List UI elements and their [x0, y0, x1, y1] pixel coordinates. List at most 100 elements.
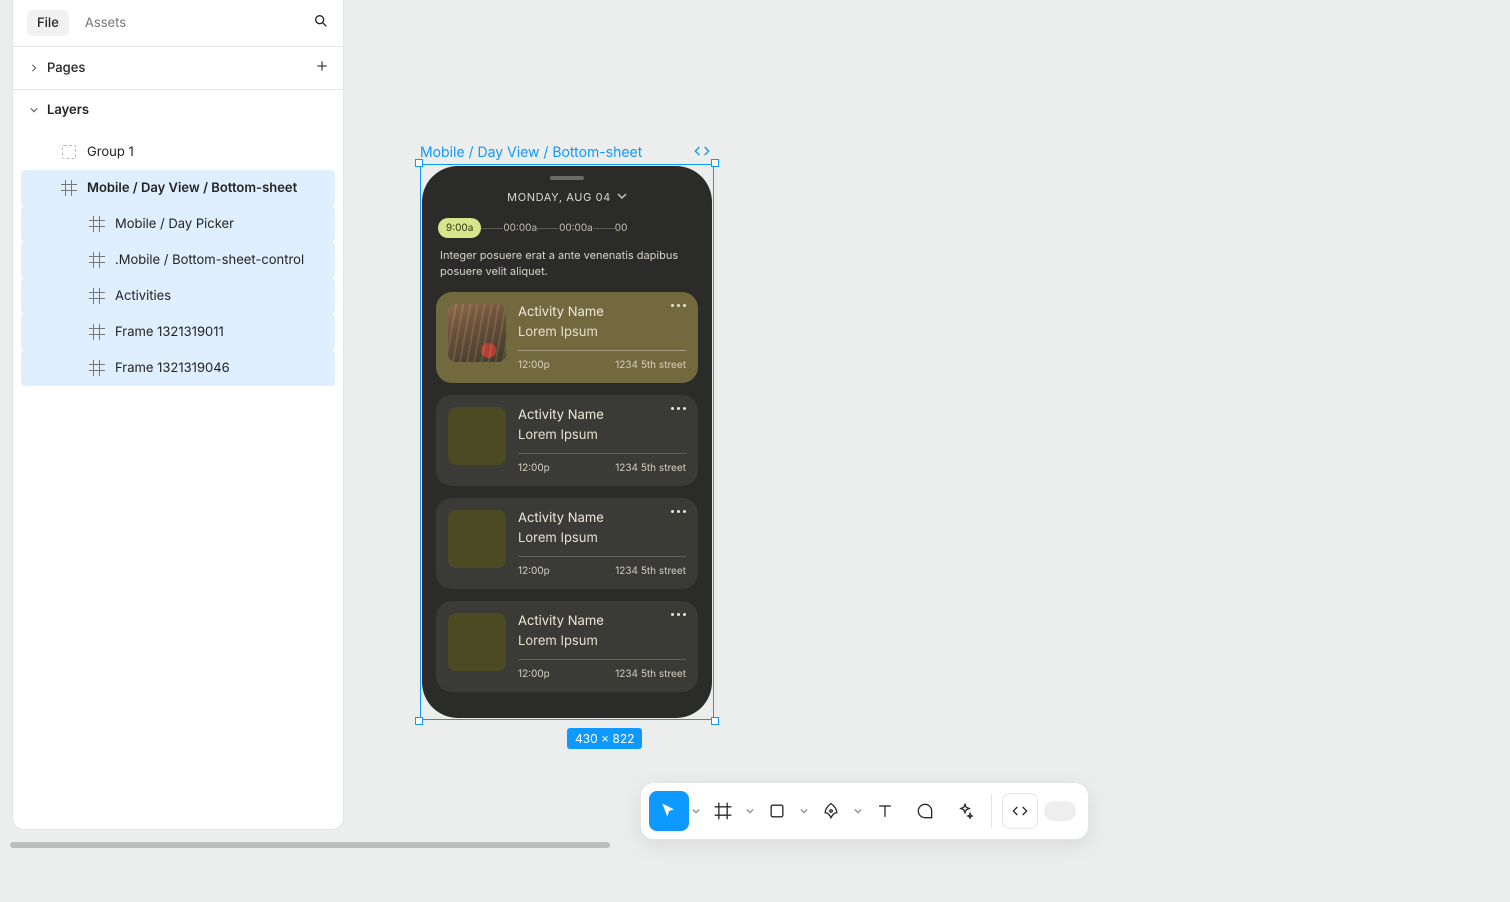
activity-thumbnail: [448, 304, 506, 362]
scrollbar-thumb[interactable]: [10, 842, 610, 848]
layer-item[interactable]: Mobile / Day Picker: [21, 206, 335, 242]
text-tool[interactable]: [865, 791, 905, 831]
dev-mode-toggle[interactable]: [1044, 801, 1076, 821]
date-picker: MONDAY, AUG 04: [422, 190, 712, 204]
left-panel: File Assets Pages Layers Group 1 Mobile /…: [12, 0, 344, 830]
activity-time: 12:00p: [518, 565, 550, 577]
frame-mobile-day-view: MONDAY, AUG 04 9:00a 00:00a 00:00a 00 In…: [422, 166, 712, 718]
layer-item[interactable]: .Mobile / Bottom-sheet-control: [21, 242, 335, 278]
tab-assets[interactable]: Assets: [75, 10, 136, 36]
layer-label: Activities: [115, 288, 171, 304]
frame-tool-caret[interactable]: [743, 807, 757, 815]
activity-card: Activity NameLorem Ipsum12:00p1234 5th s…: [436, 292, 698, 383]
tab-file[interactable]: File: [27, 10, 69, 36]
divider: [518, 453, 686, 454]
activity-title: Activity Name: [518, 304, 686, 320]
body-text: Integer posuere erat a ante venenatis da…: [422, 248, 712, 280]
layer-label: Mobile / Day View / Bottom-sheet: [87, 180, 297, 196]
chevron-down-icon: [617, 190, 627, 204]
horizontal-scrollbar[interactable]: [0, 840, 1510, 850]
layer-item[interactable]: Group 1: [21, 134, 335, 170]
frame-label-text: Mobile / Day View / Bottom-sheet: [420, 144, 694, 161]
group-icon: [61, 144, 77, 160]
time-track: 9:00a 00:00a 00:00a 00: [422, 218, 712, 238]
activity-address: 1234 5th street: [615, 462, 686, 474]
layer-label: Frame 1321319046: [115, 360, 230, 376]
time-pill-active: 9:00a: [438, 218, 481, 238]
layer-item[interactable]: Frame 1321319011: [21, 314, 335, 350]
activity-card: Activity Name Lorem Ipsum 12:00p 1234 5th s…: [436, 395, 698, 486]
search-icon[interactable]: [313, 13, 329, 33]
canvas[interactable]: Mobile / Day View / Bottom-sheet MONDAY,…: [344, 0, 1510, 902]
code-icon[interactable]: [694, 144, 710, 161]
comment-tool[interactable]: [905, 791, 945, 831]
pages-label: Pages: [47, 60, 85, 76]
add-page-icon[interactable]: [315, 59, 329, 77]
activity-subtitle: Lorem Ipsum: [518, 530, 686, 546]
frame-icon: [89, 324, 105, 340]
activity-title: Activity Name: [518, 407, 686, 423]
dev-mode-button[interactable]: [1002, 793, 1038, 829]
pen-tool-caret[interactable]: [851, 807, 865, 815]
dimensions-badge: 430 × 822: [567, 728, 642, 749]
selection[interactable]: MONDAY, AUG 04 9:00a 00:00a 00:00a 00 In…: [420, 164, 714, 720]
activity-address: 1234 5th street: [615, 668, 686, 680]
more-icon: [671, 613, 686, 616]
time-slot: 00:00a: [503, 222, 537, 234]
pen-tool[interactable]: [811, 791, 851, 831]
activity-thumbnail: [448, 510, 506, 568]
floating-toolbar: [640, 782, 1089, 840]
activity-title: Activity Name: [518, 613, 686, 629]
date-label: MONDAY, AUG 04: [507, 190, 611, 204]
toolbar-separator: [991, 794, 992, 828]
pages-section-header[interactable]: Pages: [13, 47, 343, 90]
shape-tool[interactable]: [757, 791, 797, 831]
resize-handle-br[interactable]: [711, 717, 719, 725]
frame-icon: [89, 252, 105, 268]
panel-tabs: File Assets: [13, 0, 343, 47]
time-slot: 00: [615, 222, 628, 234]
resize-handle-bl[interactable]: [415, 717, 423, 725]
activity-thumbnail: [448, 407, 506, 465]
frame-icon: [89, 288, 105, 304]
activity-list: Activity Name Lorem Ipsum 12:00p 1234 5th s…: [422, 292, 712, 692]
layer-item[interactable]: Activities: [21, 278, 335, 314]
frame-icon: [89, 216, 105, 232]
layers-section-header[interactable]: Layers: [13, 90, 343, 130]
activity-subtitle: Lorem Ipsum: [518, 427, 686, 443]
layer-label: Mobile / Day Picker: [115, 216, 234, 232]
activity-title: Activity Name: [518, 510, 686, 526]
move-tool[interactable]: [649, 791, 689, 831]
frame-icon: [89, 360, 105, 376]
activity-time: 12:00p: [518, 668, 550, 680]
bottom-sheet-handle: [550, 176, 584, 180]
activity-card: Activity Name Lorem Ipsum 12:00p 1234 5th s…: [436, 601, 698, 692]
layer-label: Frame 1321319011: [115, 324, 224, 340]
layer-label: .Mobile / Bottom-sheet-control: [115, 252, 304, 268]
activity-time: 12:00p: [518, 359, 550, 371]
chevron-down-icon: [27, 106, 41, 114]
move-tool-caret[interactable]: [689, 807, 703, 815]
layer-label: Group 1: [87, 144, 134, 160]
activity-subtitle: Lorem Ipsum: [518, 633, 686, 649]
divider: [518, 556, 686, 557]
resize-handle-tl[interactable]: [415, 159, 423, 167]
frame-icon: [61, 180, 77, 196]
divider: [518, 350, 686, 351]
activity-subtitle: Lorem Ipsum: [518, 324, 686, 340]
more-icon: [671, 510, 686, 513]
frame-tool[interactable]: [703, 791, 743, 831]
frame-label[interactable]: Mobile / Day View / Bottom-sheet: [420, 144, 710, 161]
resize-handle-tr[interactable]: [711, 159, 719, 167]
more-icon: [671, 407, 686, 410]
activity-address: 1234 5th street: [615, 565, 686, 577]
activity-time: 12:00p: [518, 462, 550, 474]
ai-tool[interactable]: [945, 791, 985, 831]
shape-tool-caret[interactable]: [797, 807, 811, 815]
layer-item[interactable]: Mobile / Day View / Bottom-sheet: [21, 170, 335, 206]
divider: [518, 659, 686, 660]
activity-card: Activity Name Lorem Ipsum 12:00p 1234 5th s…: [436, 498, 698, 589]
layer-item[interactable]: Frame 1321319046: [21, 350, 335, 386]
layer-tree: Group 1 Mobile / Day View / Bottom-sheet M…: [13, 130, 343, 394]
activity-thumbnail: [448, 613, 506, 671]
